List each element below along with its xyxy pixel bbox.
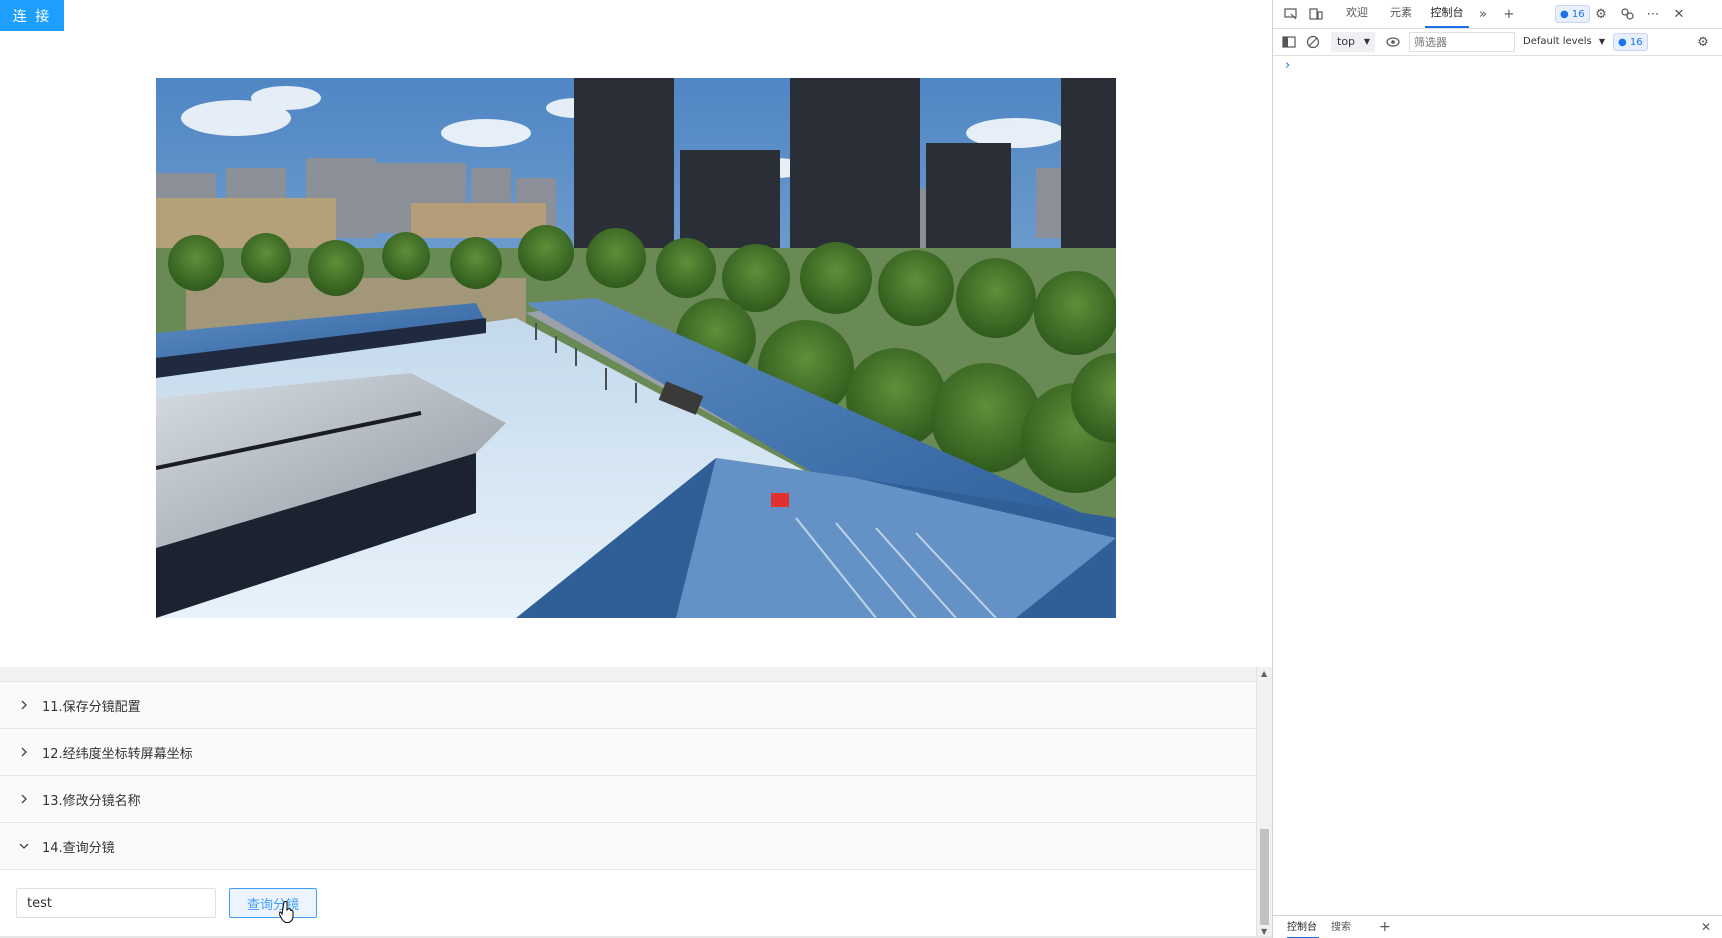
tab-elements[interactable]: 元素 [1379,0,1423,28]
dropdown-caret-icon: ▼ [1598,37,1606,46]
console-prompt-chevron-icon[interactable]: › [1285,58,1290,73]
console-toolbar: top ▼ Default levels ▼ ● 16 ⚙ [1273,29,1722,56]
levels-label: Default levels [1523,36,1592,47]
drawer-add-tab-icon[interactable]: + [1379,916,1391,938]
issues-count: 16 [1629,37,1643,48]
drawer-tab-search[interactable]: 搜索 [1331,916,1359,938]
panel-scrollbar[interactable]: ▲ ▼ [1256,667,1272,938]
dropdown-caret-icon: ▼ [1363,37,1370,46]
collapse-item-label: 12.经纬度坐标转屏幕坐标 [42,746,193,762]
message-icon: ● [1618,37,1627,48]
sidebar-toggle-icon[interactable] [1279,32,1299,52]
close-drawer-icon[interactable]: ✕ [1701,916,1711,938]
collapse-item-save-storyboard-config[interactable]: 11.保存分镜配置 [0,682,1256,729]
panel-top-strip [0,667,1256,682]
collapse-item-label: 14.查询分镜 [42,840,115,856]
scroll-up-arrow-icon[interactable]: ▲ [1261,669,1267,678]
query-storyboard-button[interactable]: 查询分镜 [229,888,317,918]
collapse-item-query-storyboard[interactable]: 14.查询分镜 [0,823,1256,870]
add-tab-icon[interactable]: + [1499,4,1519,24]
console-issues-badge[interactable]: ● 16 [1613,33,1648,51]
feedback-icon[interactable] [1617,4,1637,24]
live-expression-eye-icon[interactable] [1383,32,1403,52]
issues-badge[interactable]: ● 16 [1555,5,1590,23]
storyboard-name-input[interactable] [16,888,216,918]
settings-gear-icon[interactable]: ⚙ [1591,4,1611,24]
context-selector[interactable]: top ▼ [1331,32,1375,52]
context-value: top [1337,35,1356,48]
hand-cursor-icon [279,901,294,923]
chevron-right-icon [16,700,32,710]
devtools-panel: 欢迎 元素 控制台 » + ● 16 ⚙ ⋯ ✕ top ▼ 筛选器 Defau… [1273,0,1722,938]
chevron-right-icon [16,747,32,757]
chevron-right-icon [16,794,32,804]
devtools-tabbar: 欢迎 元素 控制台 » + ● 16 ⚙ ⋯ ✕ [1273,0,1722,29]
devtools-drawer-tabbar: 控制台 搜索 + ✕ [1273,915,1722,938]
chevron-down-icon [16,841,32,851]
scene-image [156,78,1116,618]
scroll-down-arrow-icon[interactable]: ▼ [1261,927,1267,936]
clear-console-icon[interactable] [1303,32,1323,52]
close-devtools-icon[interactable]: ✕ [1669,4,1689,24]
page: 连 接 11.保存分镜配置 12.经纬度坐标转屏幕坐标 13.修改分镜名称 14… [0,0,1722,938]
log-levels-dropdown[interactable]: Default levels ▼ [1523,32,1607,52]
collapse-panel: 11.保存分镜配置 12.经纬度坐标转屏幕坐标 13.修改分镜名称 14.查询分… [0,667,1256,938]
collapse-item-rename-storyboard[interactable]: 13.修改分镜名称 [0,776,1256,823]
collapse-item-label: 11.保存分镜配置 [42,699,141,715]
collapse-item-label: 13.修改分镜名称 [42,793,141,809]
message-icon: ● [1560,9,1569,20]
app-area: 连 接 11.保存分镜配置 12.经纬度坐标转屏幕坐标 13.修改分镜名称 14… [0,0,1273,938]
connect-button[interactable]: 连 接 [0,0,64,31]
issues-count: 16 [1571,9,1585,20]
more-tabs-icon[interactable]: » [1473,4,1493,24]
more-options-icon[interactable]: ⋯ [1643,4,1663,24]
drawer-tab-console[interactable]: 控制台 [1287,916,1319,938]
collapse-item-latlng-to-screen[interactable]: 12.经纬度坐标转屏幕坐标 [0,729,1256,776]
scroll-thumb[interactable] [1260,829,1269,925]
tab-console[interactable]: 控制台 [1425,0,1469,28]
device-toolbar-icon[interactable] [1306,4,1326,24]
query-storyboard-content: 查询分镜 [0,870,1256,934]
console-settings-gear-icon[interactable]: ⚙ [1693,32,1713,52]
console-filter-input[interactable] [1409,32,1515,52]
tab-welcome[interactable]: 欢迎 [1335,0,1379,28]
scene-viewport[interactable] [156,78,1116,618]
inspect-element-icon[interactable] [1281,4,1301,24]
